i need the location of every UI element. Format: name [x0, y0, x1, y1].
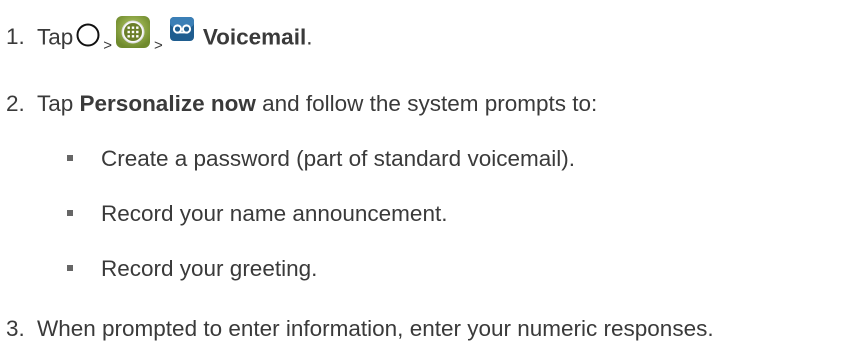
bullet-item: Record your greeting.: [67, 255, 317, 283]
bullet-text: Create a password (part of standard voic…: [101, 146, 575, 171]
bullet-item: Record your name announcement.: [67, 200, 447, 228]
step-text: When prompted to enter information, ente…: [37, 316, 714, 341]
step-number: 2.: [6, 91, 25, 116]
target-label: Voicemail: [202, 24, 307, 50]
step-2: 2. Tap Personalize now and follow the sys…: [0, 90, 597, 118]
step-text: Tap: [37, 24, 74, 50]
step-bold-text: Personalize now: [79, 91, 256, 116]
step-suffix: and follow the system prompts to:: [255, 91, 598, 116]
bullet-text: Record your greeting.: [101, 256, 318, 281]
bullet-text: Record your name announcement.: [101, 201, 448, 226]
bullet-item: Create a password (part of standard voic…: [67, 145, 575, 173]
voicemail-icon: [169, 16, 195, 49]
step-suffix: .: [306, 24, 313, 50]
step-1: 1. Tap > > Voicemail.: [0, 15, 313, 59]
apps-grid-icon: [115, 15, 151, 56]
bullet-icon: [67, 210, 73, 217]
step-3: 3. When prompted to enter information, en…: [0, 315, 714, 343]
step-number: 1.: [6, 24, 25, 50]
separator: >: [154, 37, 163, 55]
bullet-icon: [67, 155, 73, 162]
home-circle-icon: [76, 23, 100, 54]
separator: >: [103, 37, 113, 55]
step-text: Tap: [37, 91, 80, 116]
bullet-icon: [67, 265, 73, 272]
step-number: 3.: [6, 316, 25, 341]
